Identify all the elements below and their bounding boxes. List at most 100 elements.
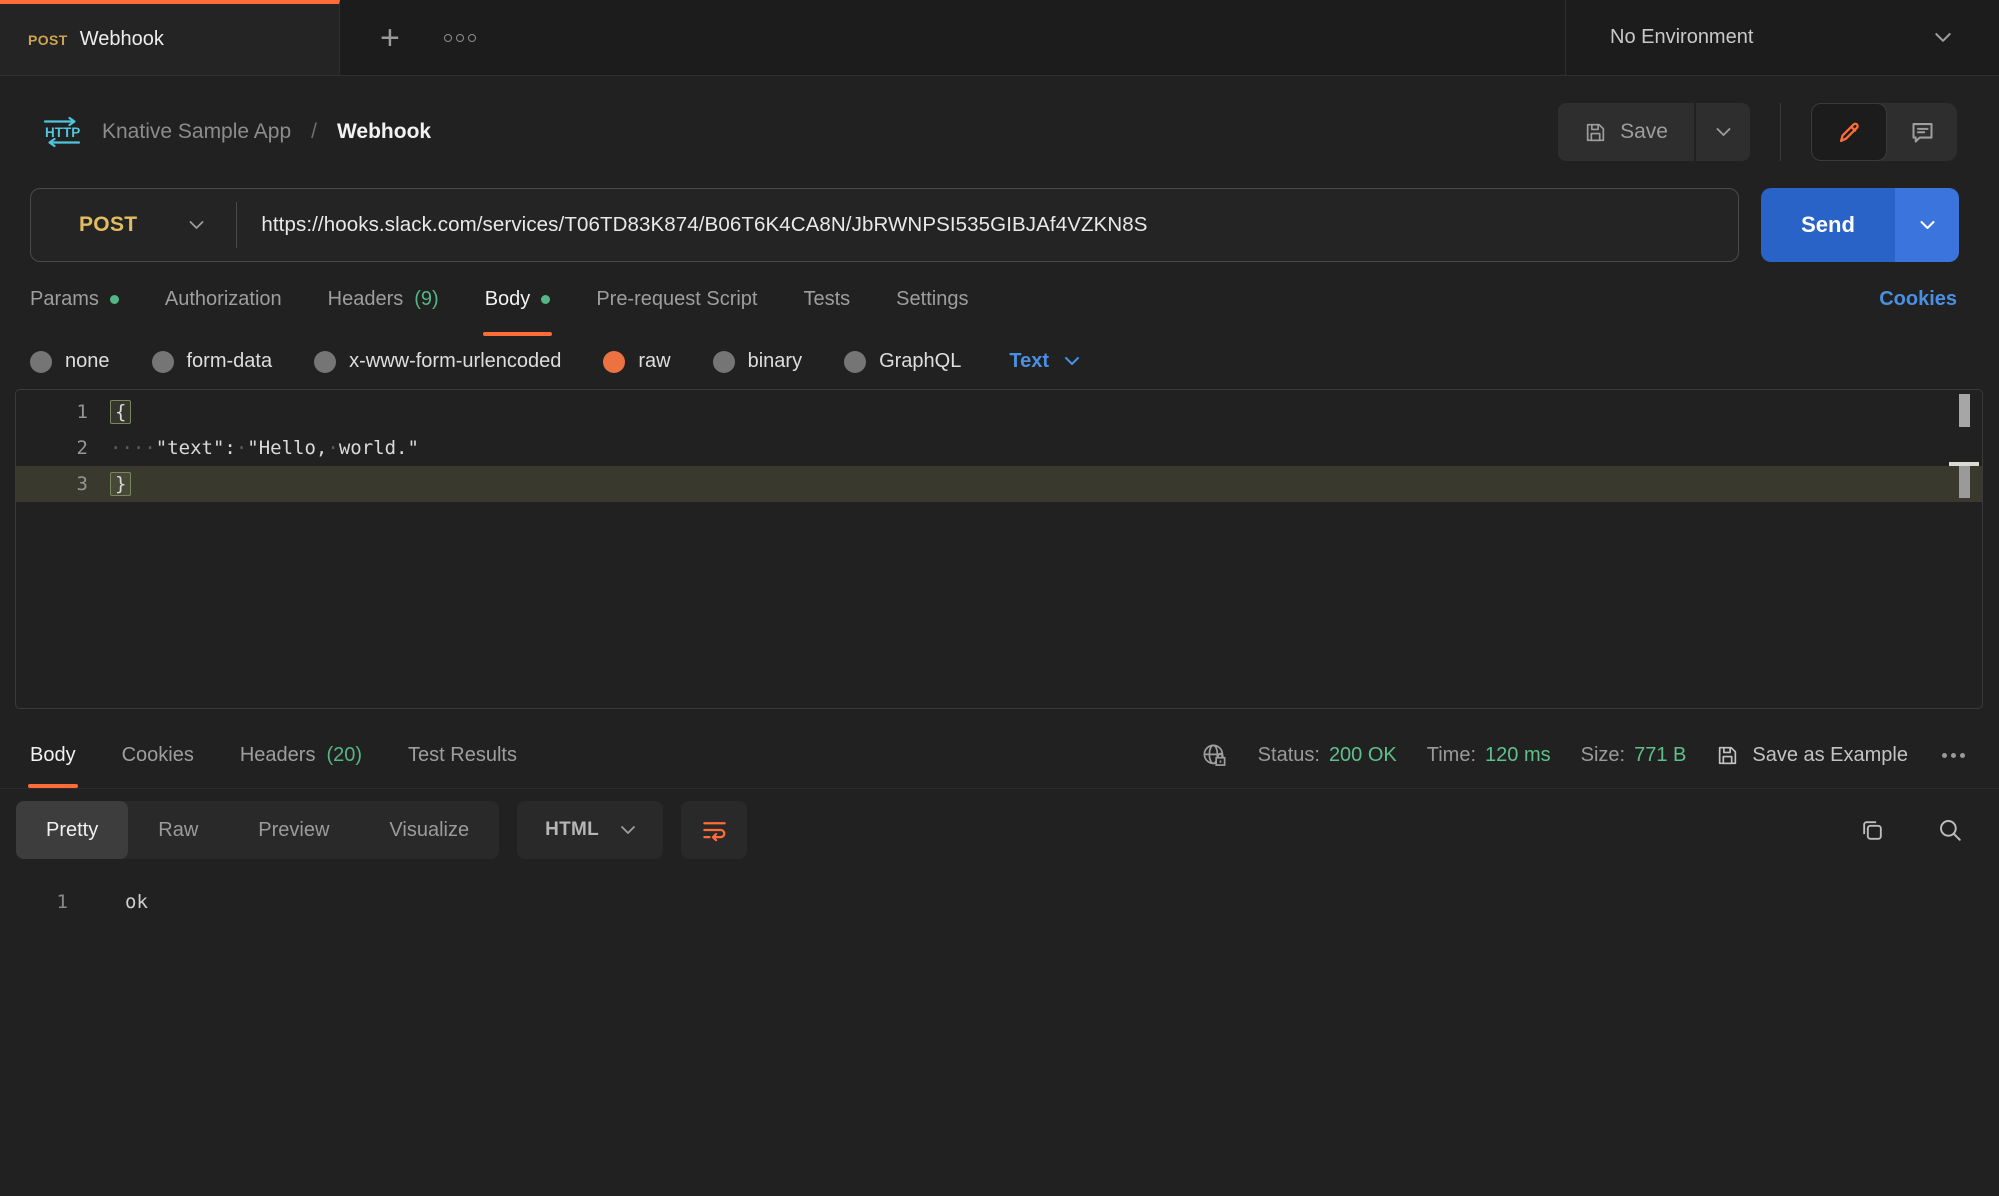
tab-bar: POST Webhook + No Environment: [0, 0, 1999, 76]
tab-label: Settings: [896, 288, 968, 311]
save-as-example-button[interactable]: Save as Example: [1716, 744, 1908, 767]
active-tab-underline: [28, 784, 78, 788]
postman-app: POST Webhook + No Environment HTTP: [0, 0, 1999, 1196]
radio-label: none: [65, 350, 110, 373]
network-info-icon[interactable]: [1201, 742, 1228, 769]
response-tab-headers[interactable]: Headers (20): [240, 723, 362, 788]
response-tab-cookies[interactable]: Cookies: [122, 723, 194, 788]
response-meta: Status: 200 OK Time: 120 ms Size: 771 B: [1201, 723, 1965, 788]
view-raw[interactable]: Raw: [128, 801, 228, 859]
request-header-row: HTTP Knative Sample App / Webhook Sav: [0, 76, 1999, 188]
tab-headers[interactable]: Headers (9): [328, 262, 439, 336]
breadcrumb-request-name[interactable]: Webhook: [337, 120, 431, 144]
comments-button[interactable]: [1887, 103, 1957, 161]
tab-pre-request-script[interactable]: Pre-request Script: [596, 262, 757, 336]
code-text: {: [88, 401, 131, 423]
response-toolbar: Pretty Raw Preview Visualize HTML: [0, 789, 1999, 869]
breadcrumb-separator: /: [311, 120, 317, 144]
json-key: "text":: [156, 437, 236, 459]
tab-label: Headers: [328, 288, 404, 311]
response-format-selector[interactable]: HTML: [517, 801, 663, 859]
status-label: Status:: [1258, 744, 1320, 767]
comment-icon: [1909, 119, 1936, 146]
chevron-down-icon: [1716, 128, 1731, 137]
send-button[interactable]: Send: [1761, 188, 1895, 262]
save-icon: [1716, 744, 1739, 767]
tab-params[interactable]: Params: [30, 262, 119, 336]
wrap-lines-button[interactable]: [681, 801, 747, 859]
time-label: Time:: [1427, 744, 1476, 767]
request-body-editor[interactable]: 1 { 2 ····"text":·"Hello,·world." 3 }: [15, 389, 1983, 709]
view-visualize[interactable]: Visualize: [359, 801, 499, 859]
view-preview[interactable]: Preview: [228, 801, 359, 859]
bracket-match-highlight: }: [110, 472, 131, 496]
tab-title: Webhook: [80, 28, 164, 51]
open-request-tab[interactable]: POST Webhook: [0, 0, 340, 75]
line-number: 1: [16, 401, 88, 423]
body-type-graphql[interactable]: GraphQL: [844, 350, 961, 373]
radio-label: binary: [748, 350, 802, 373]
editor-line-2[interactable]: 2 ····"text":·"Hello,·world.": [16, 430, 1982, 466]
send-options-button[interactable]: [1895, 188, 1959, 262]
line-number: 2: [16, 437, 88, 459]
whitespace-dot: ·: [236, 437, 247, 459]
body-active-dot: [541, 295, 550, 304]
save-button[interactable]: Save: [1558, 103, 1694, 161]
response-tab-test-results[interactable]: Test Results: [408, 723, 517, 788]
json-value: world.": [339, 437, 419, 459]
headers-count: (9): [414, 288, 438, 311]
response-tab-body[interactable]: Body: [30, 723, 76, 788]
line-number: 1: [0, 891, 68, 913]
view-pretty[interactable]: Pretty: [16, 801, 128, 859]
body-type-form-data[interactable]: form-data: [152, 350, 273, 373]
tab-authorization[interactable]: Authorization: [165, 262, 282, 336]
tab-label: Headers: [240, 744, 316, 767]
method-selector[interactable]: POST: [31, 213, 236, 237]
http-request-icon: HTTP: [42, 116, 82, 148]
response-toolbar-right: [1860, 817, 1963, 843]
search-response-icon[interactable]: [1937, 817, 1963, 843]
tab-tests[interactable]: Tests: [803, 262, 850, 336]
code-text: }: [88, 473, 131, 495]
environment-selector[interactable]: No Environment: [1565, 0, 1999, 75]
edit-documentation-button[interactable]: [1811, 103, 1887, 161]
radio-icon: [152, 351, 174, 373]
editor-scrollbar-thumb[interactable]: [1959, 394, 1970, 427]
size-pair: Size: 771 B: [1581, 744, 1687, 767]
response-view-segmented: Pretty Raw Preview Visualize: [16, 801, 499, 859]
save-options-button[interactable]: [1696, 103, 1750, 161]
body-type-x-www-form-urlencoded[interactable]: x-www-form-urlencoded: [314, 350, 561, 373]
tab-body[interactable]: Body: [485, 262, 551, 336]
save-button-label: Save: [1620, 120, 1668, 144]
editor-line-3-current[interactable]: 3 }: [16, 466, 1982, 502]
svg-text:HTTP: HTTP: [45, 125, 80, 140]
tab-settings[interactable]: Settings: [896, 262, 968, 336]
code-text: ····"text":·"Hello,·world.": [88, 437, 419, 459]
tab-label: Cookies: [122, 744, 194, 767]
breadcrumb: HTTP Knative Sample App / Webhook: [42, 116, 431, 148]
new-tab-button[interactable]: +: [380, 21, 400, 55]
request-tabs: Params Authorization Headers (9) Body Pr…: [30, 262, 968, 336]
tab-label: Tests: [803, 288, 850, 311]
tab-label: Params: [30, 288, 99, 311]
chevron-down-icon: [189, 221, 204, 230]
edit-comment-group: [1811, 103, 1957, 161]
editor-line-1[interactable]: 1 {: [16, 394, 1982, 430]
url-input[interactable]: [237, 213, 1738, 237]
active-tab-underline: [483, 332, 553, 336]
raw-language-label: Text: [1009, 350, 1049, 373]
copy-response-icon[interactable]: [1860, 818, 1885, 843]
tab-options-icon[interactable]: [444, 34, 476, 42]
response-headers-count: (20): [326, 744, 362, 767]
body-type-none[interactable]: none: [30, 350, 110, 373]
cookies-link[interactable]: Cookies: [1879, 288, 1957, 311]
breadcrumb-collection[interactable]: Knative Sample App: [102, 120, 291, 144]
bracket-match-highlight: {: [110, 400, 131, 424]
raw-language-selector[interactable]: Text: [1009, 350, 1079, 373]
status-value: 200 OK: [1329, 744, 1397, 767]
body-type-binary[interactable]: binary: [713, 350, 802, 373]
chevron-down-icon: [1920, 221, 1935, 230]
response-options-icon[interactable]: [1942, 753, 1965, 758]
body-type-raw[interactable]: raw: [603, 350, 670, 373]
time-pair: Time: 120 ms: [1427, 744, 1551, 767]
